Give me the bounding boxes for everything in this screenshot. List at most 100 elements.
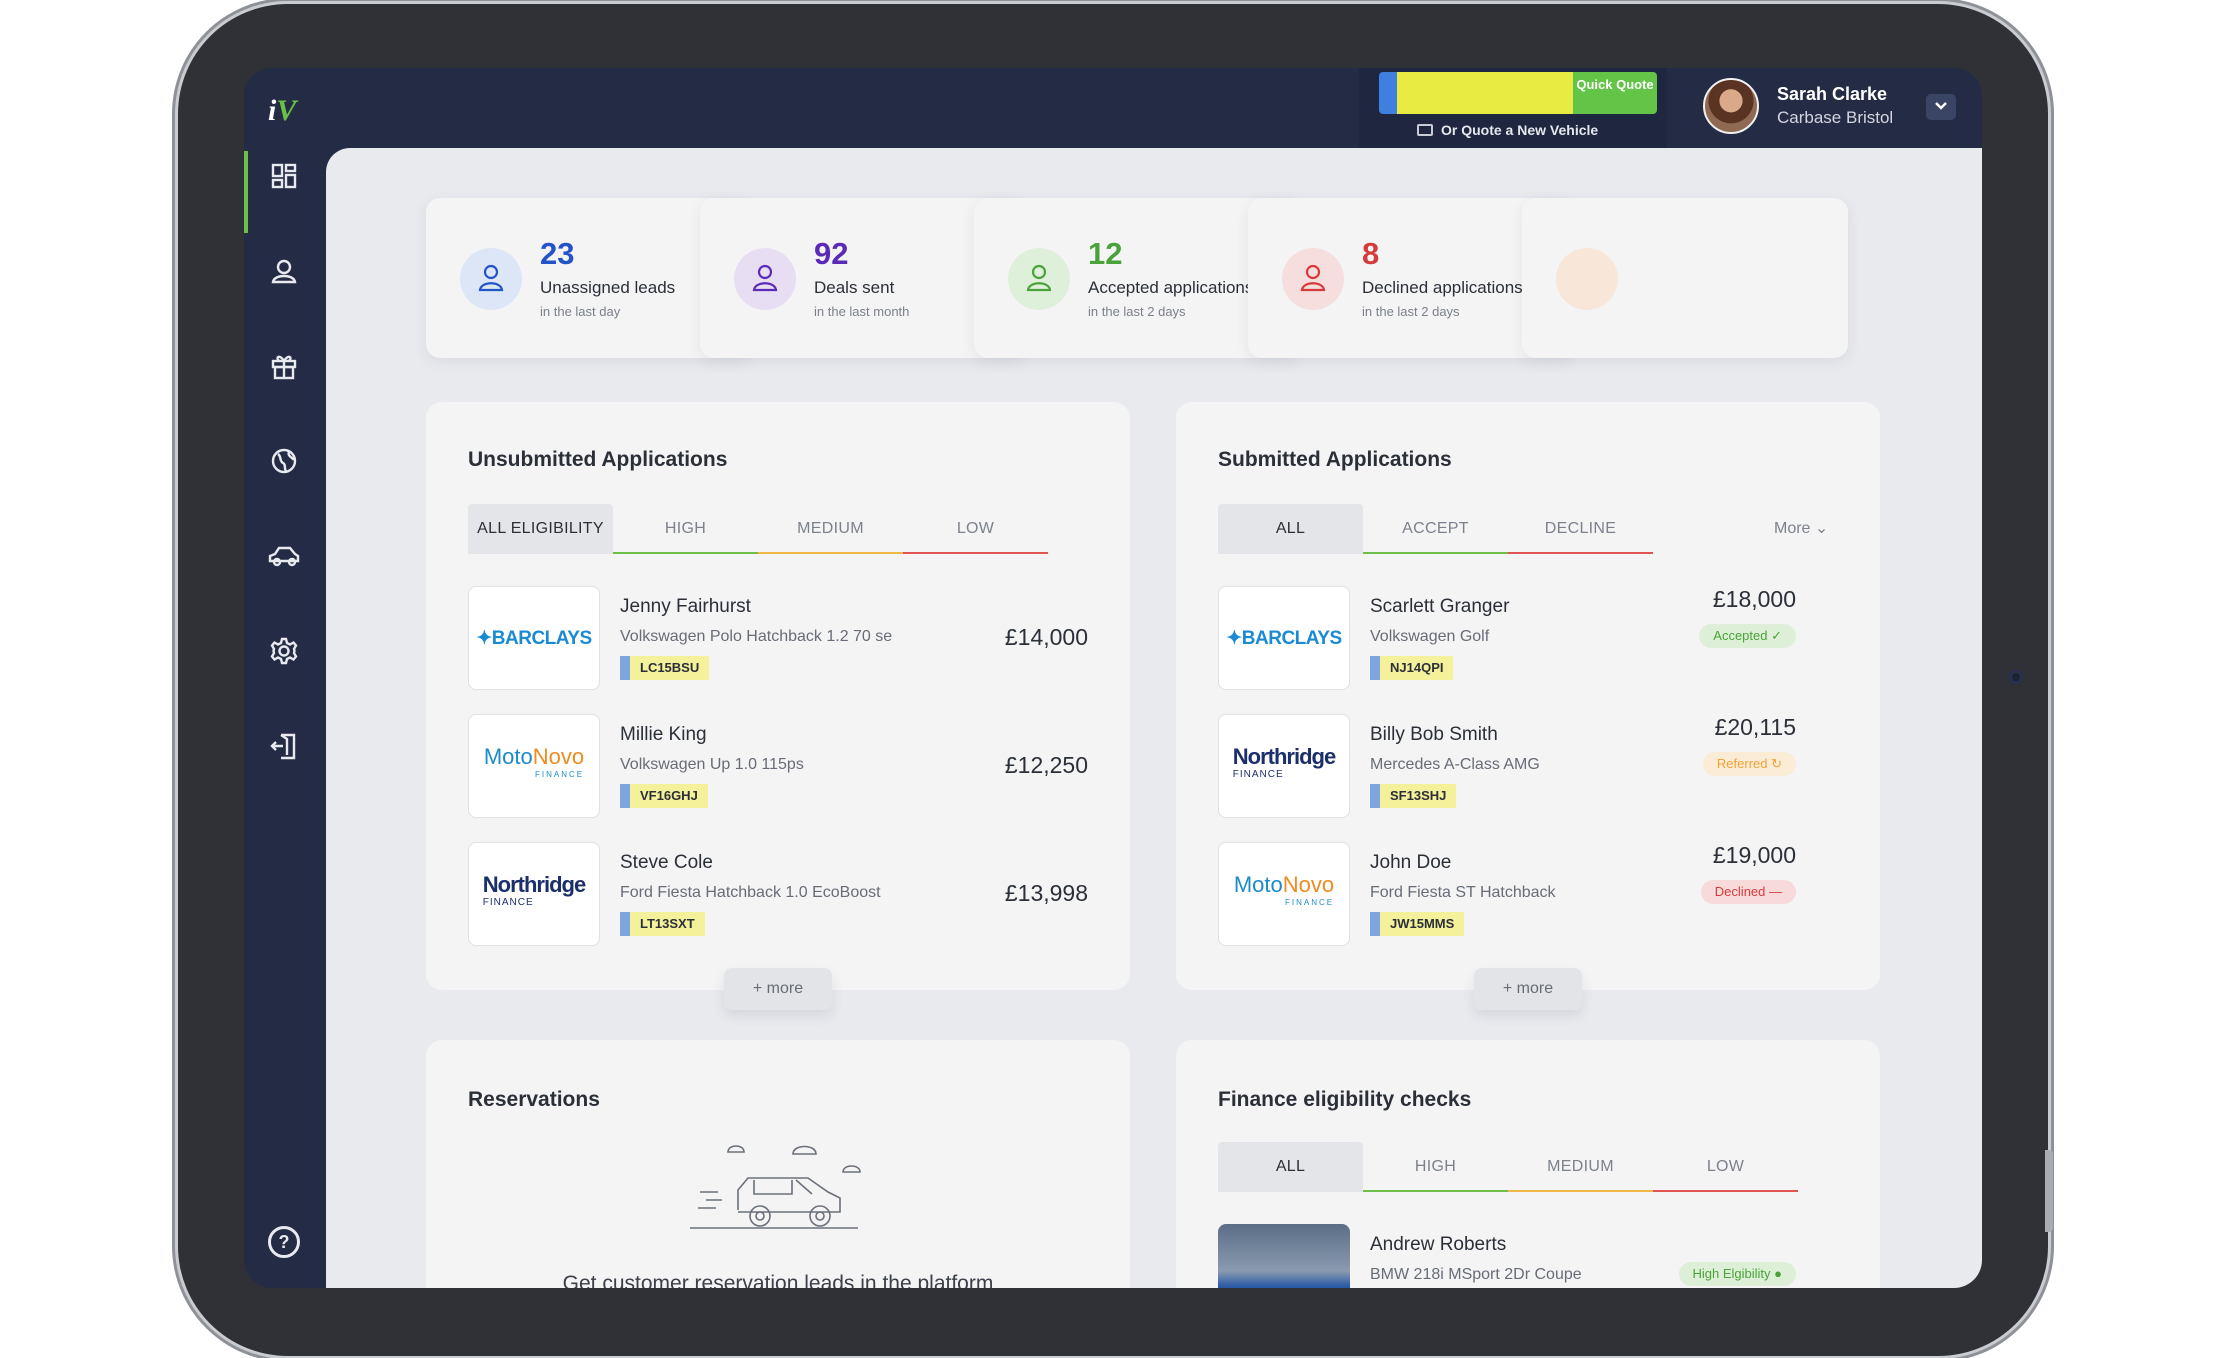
gift-icon [271, 355, 297, 379]
number-plate: LC15BSU [620, 656, 710, 680]
number-plate: SF13SHJ [1370, 784, 1457, 808]
quote-new-vehicle-label: Or Quote a New Vehicle [1441, 122, 1599, 138]
tab-all[interactable]: ALL [1218, 1142, 1363, 1192]
applicant-name: Millie King [620, 724, 707, 745]
barclays-logo: ✦BARCLAYS [1226, 627, 1342, 649]
sidebar-item-web[interactable] [244, 413, 324, 508]
person-icon [752, 264, 778, 292]
sidebar-item-customers[interactable] [244, 223, 324, 318]
status-badge: Accepted ✓ [1699, 624, 1796, 648]
dashboard-main: 23 Unassigned leads in the last day 92 D… [326, 148, 1982, 1288]
app-logo: iV [268, 94, 297, 127]
price: £19,000 [1712, 842, 1796, 868]
northridge-logo: Northridge FINANCE [1232, 744, 1336, 781]
list-item[interactable]: Northridge FINANCE Steve Cole Ford Fiesta… [468, 842, 1088, 946]
stat-card-partial[interactable] [1522, 198, 1848, 358]
help-icon[interactable]: ? [268, 1226, 300, 1258]
app-screen: iV Quick Quote Or Quote a New Vehicle Sa… [244, 68, 1982, 1288]
vehicle-description: Volkswagen Polo Hatchback 1.2 70 se [620, 628, 893, 645]
tab-all-eligibility[interactable]: ALL ELIGIBILITY [468, 504, 613, 554]
number-plate: JW15MMS [1370, 912, 1465, 936]
user-org: Carbase Bristol [1777, 108, 1894, 127]
more-button[interactable]: + more [724, 968, 832, 1010]
stat-label: Deals sent [814, 278, 895, 297]
tab-high[interactable]: HIGH [1363, 1142, 1508, 1192]
car-illustration-icon [690, 1145, 861, 1229]
lender-logo-northridge: Northridge FINANCE [468, 842, 600, 946]
tab-medium[interactable]: MEDIUM [758, 504, 903, 554]
unsubmitted-applications-card: Unsubmitted Applications ALL ELIGIBILITY… [426, 402, 1130, 1010]
finance-eligibility-card: Finance eligibility checks ALL HIGH MEDI… [1176, 1040, 1880, 1288]
tab-all[interactable]: ALL [1218, 504, 1363, 554]
reservations-empty-text: Get customer reservation leads in the pl… [562, 1272, 994, 1288]
quick-quote-bar[interactable]: Quick Quote [1379, 72, 1657, 114]
applicant-name: Billy Bob Smith [1370, 724, 1498, 745]
applicant-name: Steve Cole [620, 852, 713, 873]
tab-accept[interactable]: ACCEPT [1363, 504, 1508, 554]
reservations-card: Reservations Get customer reservation le… [426, 1040, 1130, 1288]
quick-quote-button[interactable]: Quick Quote [1573, 72, 1657, 114]
more-button[interactable]: + more [1474, 968, 1582, 1010]
eligibility-tabs: ALL HIGH MEDIUM LOW [1218, 1142, 1798, 1192]
vehicle-description: BMW 218i MSport 2Dr Coupe [1370, 1266, 1582, 1283]
vehicle-description: Ford Fiesta ST Hatchback [1370, 884, 1556, 901]
sidebar-item-settings[interactable] [244, 603, 324, 698]
list-item[interactable]: ✦BARCLAYS Jenny Fairhurst Volkswagen Pol… [468, 586, 1088, 690]
vehicle-photo [1218, 1224, 1350, 1288]
stat-label: Unassigned leads [540, 278, 676, 297]
eligibility-tabs: ALL ELIGIBILITY HIGH MEDIUM LOW [468, 504, 1048, 554]
more-dropdown[interactable]: More ⌄ [1774, 504, 1828, 554]
stat-icon-circle [1008, 248, 1070, 310]
tab-decline[interactable]: DECLINE [1508, 504, 1653, 554]
price: £12,250 [1004, 752, 1088, 778]
vehicle-description: Volkswagen Golf [1370, 628, 1490, 645]
vehicle-description: Volkswagen Up 1.0 115ps [620, 756, 804, 773]
sidebar-item-vehicles[interactable] [244, 508, 324, 603]
quote-new-vehicle-link[interactable]: Or Quote a New Vehicle [1417, 122, 1598, 138]
sidebar-item-rewards[interactable] [244, 318, 324, 413]
eligibility-badge: High Elgibility ● [1678, 1262, 1796, 1286]
tab-high[interactable]: HIGH [613, 504, 758, 554]
sidebar [244, 128, 324, 793]
price: £20,115 [1714, 714, 1796, 740]
northridge-logo: Northridge FINANCE [482, 872, 586, 909]
price: £18,000 [1712, 586, 1796, 612]
stat-sublabel: in the last 2 days [1088, 304, 1186, 319]
stat-label: Declined applications [1362, 278, 1523, 297]
list-item[interactable]: Northridge FINANCE Billy Bob Smith Merced… [1218, 714, 1838, 818]
number-plate: NJ14QPI [1370, 656, 1454, 680]
logout-icon [270, 733, 296, 759]
tab-medium[interactable]: MEDIUM [1508, 1142, 1653, 1192]
list-item[interactable]: MotoNovo FINANCE John Doe Ford Fiesta ST … [1218, 842, 1838, 946]
list-item[interactable]: Andrew Roberts BMW 218i MSport 2Dr Coupe… [1218, 1224, 1838, 1288]
vehicle-description: Mercedes A-Class AMG [1370, 756, 1540, 773]
user-dropdown-button[interactable] [1926, 94, 1956, 120]
user-name: Sarah Clarke [1777, 84, 1888, 104]
stat-number: 12 [1088, 236, 1123, 271]
stat-icon-circle [1556, 248, 1618, 310]
list-item[interactable]: ✦BARCLAYS Scarlett Granger Volkswagen Go… [1218, 586, 1838, 690]
stat-icon-circle [460, 248, 522, 310]
card-title: Finance eligibility checks [1218, 1088, 1472, 1111]
lender-logo-motonovo: MotoNovo FINANCE [468, 714, 600, 818]
person-icon [1300, 264, 1326, 292]
chevron-down-icon [1935, 102, 1947, 110]
avatar[interactable] [1703, 78, 1759, 134]
tab-low[interactable]: LOW [1653, 1142, 1798, 1192]
list-item[interactable]: MotoNovo FINANCE Millie King Volkswagen U… [468, 714, 1088, 818]
submitted-applications-card: Submitted Applications ALL ACCEPT DECLIN… [1176, 402, 1880, 1010]
stat-sublabel: in the last month [814, 304, 910, 319]
stat-sublabel: in the last 2 days [1362, 304, 1460, 319]
lender-logo-barclays: ✦BARCLAYS [1218, 586, 1350, 690]
motonovo-logo: MotoNovo FINANCE [483, 744, 585, 780]
lender-logo-barclays: ✦BARCLAYS [468, 586, 600, 690]
applicant-name: Andrew Roberts [1370, 1234, 1507, 1255]
sidebar-item-logout[interactable] [244, 698, 324, 793]
quote-bar-input[interactable] [1397, 72, 1573, 114]
person-icon [478, 264, 504, 292]
vehicle-description: Ford Fiesta Hatchback 1.0 EcoBoost [620, 884, 881, 901]
quick-quote-panel: Quick Quote Or Quote a New Vehicle [1359, 68, 1667, 148]
sidebar-item-dashboard[interactable] [244, 128, 324, 233]
tab-low[interactable]: LOW [903, 504, 1048, 554]
quote-bar-blue-segment [1379, 72, 1397, 114]
